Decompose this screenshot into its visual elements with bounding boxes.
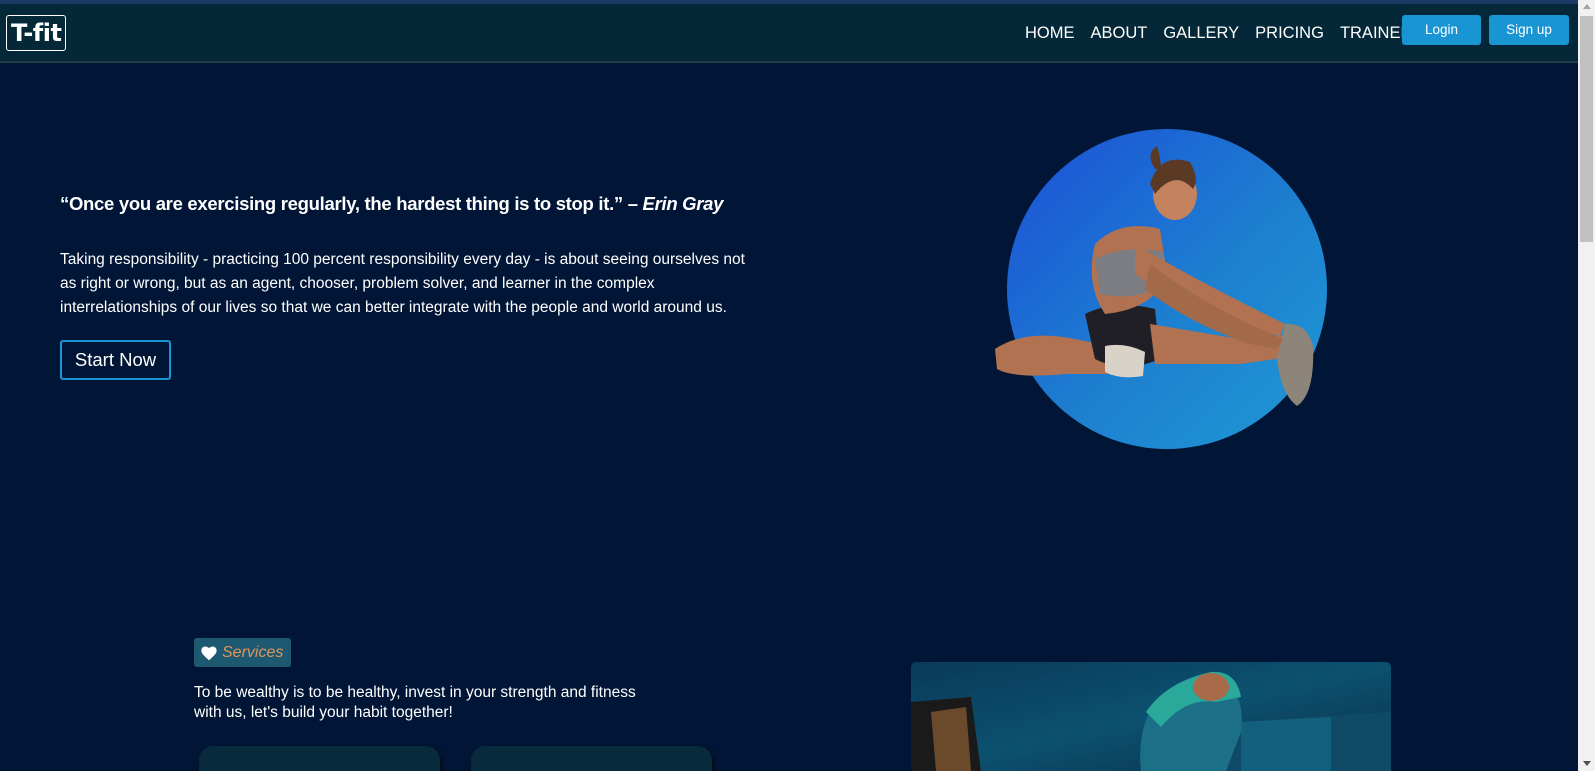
nav-pricing-link[interactable]: PRICING <box>1255 20 1324 46</box>
scrollbar-thumb[interactable] <box>1580 16 1593 242</box>
quote-text: “Once you are exercising regularly, the … <box>60 193 623 214</box>
hero-description: Taking responsibility - practicing 100 p… <box>60 251 745 316</box>
nav-links: HOME ABOUT GALLERY PRICING TRAINERS <box>1025 20 1423 46</box>
hero-quote: “Once you are exercising regularly, the … <box>60 193 723 215</box>
start-now-button[interactable]: Start Now <box>60 340 171 380</box>
quote-author: Erin Gray <box>642 193 724 214</box>
login-button[interactable]: Login <box>1402 15 1481 45</box>
logo[interactable]: T-fit <box>6 15 67 51</box>
quote-dash: – <box>622 193 643 214</box>
services-label: Services <box>222 643 284 661</box>
services-description: To be wealthy is to be healthy, invest i… <box>194 684 636 721</box>
nav-home-link[interactable]: HOME <box>1025 20 1075 46</box>
scroll-down-icon[interactable] <box>1583 761 1591 766</box>
services-badge: Services <box>194 638 292 667</box>
service-card[interactable] <box>471 746 712 771</box>
hero-athlete-image <box>995 129 1327 449</box>
signup-button[interactable]: Sign up <box>1489 15 1569 45</box>
service-card[interactable] <box>199 746 440 771</box>
nav-about-link[interactable]: ABOUT <box>1091 20 1148 46</box>
services-gym-image <box>911 662 1391 771</box>
heart-icon <box>201 645 217 660</box>
page-scrollbar[interactable] <box>1578 0 1595 771</box>
scroll-up-icon[interactable] <box>1583 4 1591 9</box>
navbar: T-fit HOME ABOUT GALLERY PRICING TRAINER… <box>0 4 1578 63</box>
nav-gallery-link[interactable]: GALLERY <box>1163 20 1239 46</box>
